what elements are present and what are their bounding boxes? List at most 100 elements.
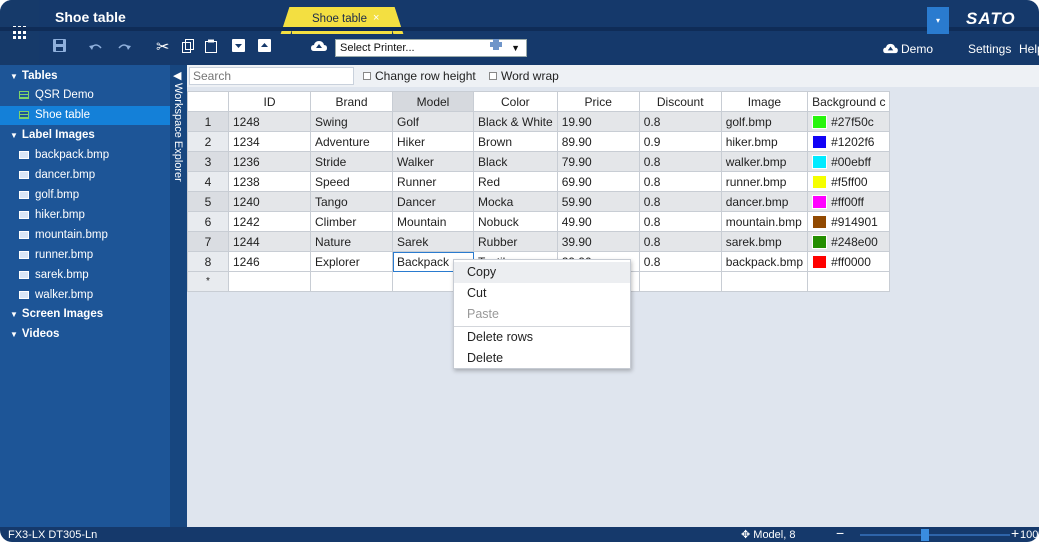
cut-icon[interactable]: ✂ <box>156 37 169 57</box>
table-cell-empty[interactable] <box>228 271 311 292</box>
table-cell-model[interactable]: Mountain <box>392 211 474 232</box>
redo-icon[interactable] <box>117 39 131 55</box>
row-number[interactable]: 2 <box>187 131 229 152</box>
table-cell-image[interactable]: walker.bmp <box>720 151 809 172</box>
table-cell-image[interactable]: backpack.bmp <box>720 251 809 272</box>
table-cell-model[interactable]: Golf <box>392 111 474 132</box>
table-cell-price[interactable]: 79.90 <box>556 151 640 172</box>
row-number[interactable]: 6 <box>187 211 229 232</box>
menu-item-delete-rows[interactable]: Delete rows <box>454 327 630 348</box>
table-cell-discount[interactable]: 0.8 <box>638 211 722 232</box>
zoom-slider[interactable] <box>860 534 1010 536</box>
table-cell-id[interactable]: 1236 <box>228 151 311 172</box>
table-cell-price[interactable]: 39.90 <box>556 231 640 252</box>
column-header[interactable]: Brand <box>310 91 393 112</box>
table-row[interactable]: 3 1236 Stride Walker Black 79.90 0.8 walker.bmp… <box>187 151 891 172</box>
table-cell-id[interactable]: 1240 <box>228 191 311 212</box>
table-cell-price[interactable]: 69.90 <box>556 171 640 192</box>
table-cell-brand[interactable]: Tango <box>310 191 393 212</box>
row-number[interactable]: 8 <box>187 251 229 272</box>
table-cell-background[interactable]: #914901 <box>807 211 891 232</box>
table-row[interactable]: 1 1248 Swing Golf Black & White 19.90 0.8 golf.… <box>187 111 891 132</box>
column-header[interactable]: Image <box>720 91 809 112</box>
table-cell-background[interactable]: #248e00 <box>807 231 891 252</box>
row-number[interactable]: 4 <box>187 171 229 192</box>
zoom-slider-thumb[interactable] <box>920 529 929 541</box>
table-cell-empty[interactable] <box>720 271 809 292</box>
table-cell-id[interactable]: 1244 <box>228 231 311 252</box>
sidebar-section-videos[interactable]: ▼ Videos <box>0 325 170 344</box>
change-row-height-checkbox[interactable]: Change row height <box>363 69 476 83</box>
table-cell-price[interactable]: 59.90 <box>556 191 640 212</box>
table-cell-discount[interactable]: 0.8 <box>638 151 722 172</box>
column-header[interactable]: Color <box>473 91 558 112</box>
zoom-out-button[interactable]: − <box>836 525 844 541</box>
table-cell-background[interactable]: #00ebff <box>807 151 891 172</box>
table-cell-empty[interactable] <box>807 271 891 292</box>
paste-icon[interactable] <box>205 39 217 56</box>
table-cell-brand[interactable]: Climber <box>310 211 393 232</box>
sidebar-item-dancer[interactable]: dancer.bmp <box>0 166 170 185</box>
table-cell-model[interactable]: Sarek <box>392 231 474 252</box>
copy-icon[interactable] <box>182 39 194 56</box>
table-row[interactable]: 4 1238 Speed Runner Red 69.90 0.8 runner.bmp #f5… <box>187 171 891 192</box>
table-cell-model[interactable]: Dancer <box>392 191 474 212</box>
table-cell-image[interactable]: sarek.bmp <box>720 231 809 252</box>
table-cell-id[interactable]: 1234 <box>228 131 311 152</box>
table-row[interactable]: 6 1242 Climber Mountain Nobuck 49.90 0.8 mounta… <box>187 211 891 232</box>
menu-item-cut[interactable]: Cut <box>454 283 630 304</box>
table-cell-image[interactable]: hiker.bmp <box>720 131 809 152</box>
table-cell-discount[interactable]: 0.8 <box>638 191 722 212</box>
sidebar-item-golf[interactable]: golf.bmp <box>0 186 170 205</box>
sidebar-item-mountain[interactable]: mountain.bmp <box>0 226 170 245</box>
sidebar-item-runner[interactable]: runner.bmp <box>0 246 170 265</box>
table-cell-id[interactable]: 1248 <box>228 111 311 132</box>
apps-grid-icon[interactable] <box>0 0 39 65</box>
sidebar-section-screen-images[interactable]: ▼ Screen Images <box>0 305 170 324</box>
table-cell-color[interactable]: Black & White <box>473 111 558 132</box>
table-cell-brand[interactable]: Adventure <box>310 131 393 152</box>
insert-row-icon[interactable] <box>232 39 245 55</box>
row-number[interactable]: 1 <box>187 111 229 132</box>
sidebar-item-hiker[interactable]: hiker.bmp <box>0 206 170 225</box>
row-number[interactable]: 7 <box>187 231 229 252</box>
table-cell-image[interactable]: dancer.bmp <box>720 191 809 212</box>
column-header[interactable]: Background c <box>807 91 891 112</box>
cloud-icon[interactable] <box>311 39 327 55</box>
table-cell-background[interactable]: #ff0000 <box>807 251 891 272</box>
column-header[interactable]: Discount <box>638 91 722 112</box>
save-icon[interactable] <box>53 39 66 55</box>
column-header[interactable]: ID <box>228 91 311 112</box>
row-number[interactable]: 5 <box>187 191 229 212</box>
collapse-arrow-icon[interactable]: ◀ <box>173 69 181 82</box>
table-cell-discount[interactable]: 0.8 <box>638 111 722 132</box>
table-cell-discount[interactable]: 0.8 <box>638 231 722 252</box>
undo-icon[interactable] <box>89 39 103 55</box>
table-cell-model[interactable]: Walker <box>392 151 474 172</box>
row-number[interactable]: 3 <box>187 151 229 172</box>
corner-cell[interactable] <box>187 91 229 112</box>
sidebar-item-backpack[interactable]: backpack.bmp <box>0 146 170 165</box>
printer-icon[interactable] <box>490 39 502 53</box>
table-cell-id[interactable]: 1246 <box>228 251 311 272</box>
table-cell-model[interactable]: Runner <box>392 171 474 192</box>
table-cell-color[interactable]: Brown <box>473 131 558 152</box>
settings-button[interactable]: Settings <box>968 42 1011 56</box>
table-cell-id[interactable]: 1242 <box>228 211 311 232</box>
column-header[interactable]: Price <box>556 91 640 112</box>
table-cell-color[interactable]: Black <box>473 151 558 172</box>
table-cell-color[interactable]: Nobuck <box>473 211 558 232</box>
table-cell-brand[interactable]: Stride <box>310 151 393 172</box>
sidebar-item-shoe-table[interactable]: Shoe table <box>0 106 170 125</box>
table-cell-price[interactable]: 19.90 <box>556 111 640 132</box>
workspace-explorer-strip[interactable]: ◀ Workspace Explorer <box>170 65 187 527</box>
table-row[interactable]: 5 1240 Tango Dancer Mocka 59.90 0.8 dancer.bmp #… <box>187 191 891 212</box>
table-cell-color[interactable]: Rubber <box>473 231 558 252</box>
brand-dropdown-icon[interactable]: ▾ <box>927 7 949 34</box>
table-cell-empty[interactable] <box>638 271 722 292</box>
table-cell-background[interactable]: #f5ff00 <box>807 171 891 192</box>
table-cell-discount[interactable]: 0.8 <box>638 251 722 272</box>
table-cell-image[interactable]: golf.bmp <box>720 111 809 132</box>
menu-item-copy[interactable]: Copy <box>454 262 630 283</box>
help-button[interactable]: Help <box>1019 42 1039 56</box>
